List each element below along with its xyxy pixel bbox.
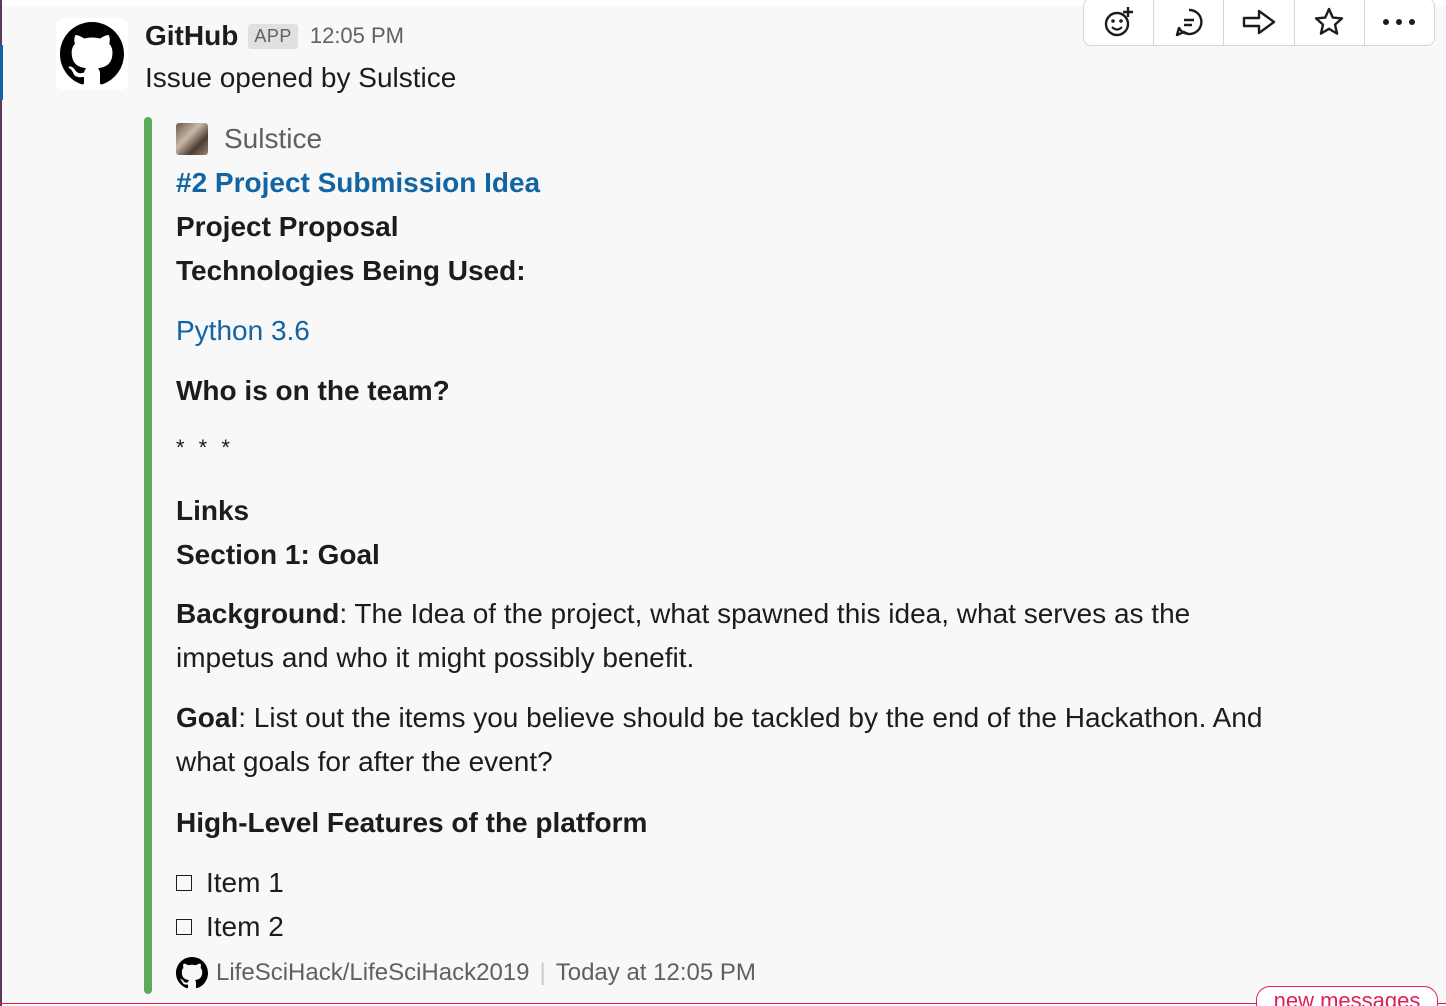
- message-timestamp[interactable]: 12:05 PM: [310, 23, 404, 49]
- footer-separator: |: [539, 959, 546, 986]
- background-paragraph: Background: The Idea of the project, wha…: [176, 592, 1286, 680]
- sender-name[interactable]: GitHub: [145, 20, 238, 52]
- more-actions-button[interactable]: [1365, 0, 1434, 45]
- reply-thread-icon: [1175, 8, 1203, 37]
- more-actions-icon: [1383, 19, 1416, 25]
- tech-heading: Technologies Being Used:: [176, 255, 526, 286]
- new-messages-pill[interactable]: new messages: [1256, 986, 1438, 1006]
- add-reaction-icon: [1104, 7, 1133, 37]
- goal-paragraph: Goal: List out the items you believe sho…: [176, 696, 1286, 784]
- github-avatar[interactable]: [56, 18, 128, 90]
- share-message-button[interactable]: [1224, 0, 1295, 45]
- proposal-heading: Project Proposal: [176, 211, 399, 242]
- reply-thread-button[interactable]: [1154, 0, 1225, 45]
- star-icon: [1315, 7, 1344, 35]
- links-heading: Links: [176, 495, 250, 526]
- checklist-item-label: Item 1: [206, 867, 284, 898]
- unread-indicator: [0, 45, 3, 100]
- separator-stars: * * *: [176, 435, 234, 460]
- footer-time[interactable]: Today at 12:05 PM: [556, 959, 756, 987]
- app-badge: APP: [248, 23, 298, 49]
- issue-title-link[interactable]: #2 Project Submission Idea: [176, 167, 540, 199]
- attachment-author: Sulstice: [176, 123, 322, 155]
- checkbox-icon[interactable]: [176, 919, 192, 935]
- footer-repo[interactable]: LifeSciHack/LifeSciHack2019: [216, 959, 530, 987]
- team-heading: Who is on the team?: [176, 375, 450, 406]
- background-label: Background: [176, 598, 340, 629]
- star-message-button[interactable]: [1295, 0, 1365, 45]
- add-reaction-button[interactable]: [1084, 0, 1155, 45]
- author-name[interactable]: Sulstice: [224, 123, 322, 155]
- checklist-item: Item 2: [176, 911, 284, 943]
- section-heading: Section 1: Goal: [176, 539, 380, 570]
- message-actions-toolbar: [1083, 0, 1435, 46]
- checklist-item: Item 1: [176, 867, 284, 899]
- github-logo-icon: [60, 22, 124, 85]
- python-link[interactable]: Python 3.6: [176, 315, 310, 347]
- attachment-footer: LifeSciHack/LifeSciHack2019 | Today at 1…: [176, 957, 756, 989]
- sidebar-edge: [0, 0, 2, 1006]
- new-messages-divider: [0, 1003, 1446, 1004]
- goal-text: : List out the items you believe should …: [176, 702, 1263, 777]
- author-avatar[interactable]: [176, 123, 208, 155]
- checklist-item-label: Item 2: [206, 911, 284, 942]
- checkbox-icon[interactable]: [176, 875, 192, 891]
- share-message-icon: [1242, 9, 1276, 35]
- features-heading: High-Level Features of the platform: [176, 807, 648, 838]
- github-footer-icon: [176, 957, 208, 989]
- message-header: GitHub APP 12:05 PM: [145, 18, 404, 54]
- goal-label: Goal: [176, 702, 239, 733]
- message-view: GitHub APP 12:05 PM Issue opened by Suls…: [0, 0, 1446, 1006]
- attachment-color-bar: [144, 117, 152, 994]
- message-summary: Issue opened by Sulstice: [145, 62, 457, 93]
